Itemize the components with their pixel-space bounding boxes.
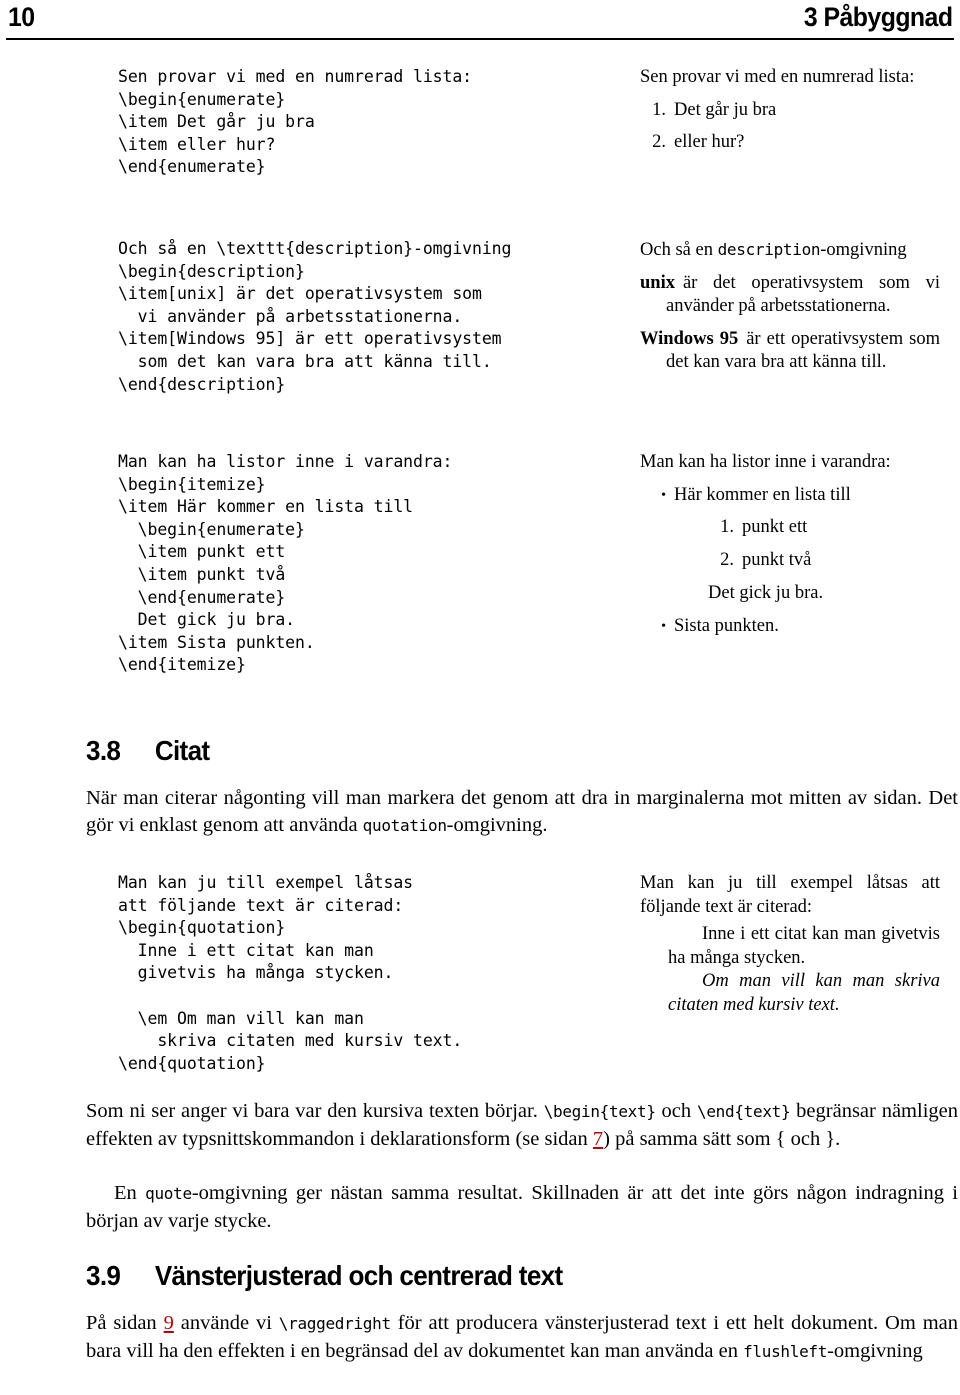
list-item-label: eller hur?	[674, 132, 745, 152]
section-heading-3-8: 3.8 Citat	[86, 735, 210, 767]
result-sample-description: Och så en description-omgivning unix är d…	[640, 238, 940, 375]
list-item-label: Sista punkten.	[674, 615, 779, 636]
list-item: • Sista punkten.	[640, 615, 940, 639]
page-reference-link-9[interactable]: 9	[164, 1312, 174, 1334]
lead-text-after: -omgivning	[820, 240, 907, 260]
lead-text-before: Och så en	[640, 240, 718, 260]
par-text-b: och	[655, 1100, 697, 1122]
intro39-text-a: På sidan	[86, 1312, 164, 1334]
quotation-paragraph-1: Inne i ett citat kan man givetvis ha mån…	[668, 924, 940, 968]
intro39-code-token-raggedright: \raggedright	[278, 1314, 391, 1333]
result-sample-enumerate: Sen provar vi med en numrerad lista: 1. …	[640, 66, 940, 155]
description-term: unix	[640, 272, 675, 293]
par-code-token-begin-text: \begin{text}	[543, 1102, 656, 1121]
header-chapter-title: 3 Påbyggnad	[803, 2, 952, 32]
par2-text-b: -omgivning ger nästan samma resultat. Sk…	[86, 1182, 958, 1232]
page-header: 10 3 Påbyggnad	[0, 0, 960, 48]
intro39-text-d: -omgivning	[827, 1339, 923, 1362]
par2-code-token-quote: quote	[145, 1184, 192, 1203]
result-sample-nested-lists: Man kan ha listor inne i varandra: • Här…	[640, 451, 940, 638]
lead-code-token: description	[717, 240, 821, 259]
par-text-d: ) på samma sätt som { och }.	[603, 1127, 841, 1150]
intro-code-token: quotation	[362, 815, 447, 835]
description-row: Windows 95 är ett operativsystem som det …	[640, 328, 940, 375]
text-after-nested-list: Det gick ju bra.	[708, 583, 824, 603]
list-item-label: punkt ett	[742, 517, 808, 537]
par-text-a: Som ni ser anger vi bara var den kursiva…	[86, 1100, 544, 1122]
quotation-block: Inne i ett citat kan man givetvis ha mån…	[640, 923, 940, 1017]
intro-text-part-2: -omgivning.	[446, 813, 548, 836]
bullet-icon: •	[661, 487, 666, 503]
section-heading-3-9: 3.9 Vänsterjusterad och centrerad text	[86, 1260, 563, 1292]
par-code-token-end-text: \end{text}	[696, 1102, 791, 1121]
list-item: 1. punkt ett	[708, 516, 940, 540]
list-marker: 2.	[720, 549, 734, 570]
result-lead: Sen provar vi med en numrerad lista:	[640, 67, 915, 87]
result-lead: Man kan ju till exempel låtsas att följa…	[640, 873, 940, 917]
section-title: Vänsterjusterad och centrerad text	[154, 1260, 563, 1291]
list-item-label: Det går ju bra	[674, 99, 777, 120]
list-item: 2. punkt två	[708, 549, 940, 573]
section-number: 3.9	[86, 1260, 121, 1291]
header-rule	[6, 38, 954, 40]
itemize-list: • Här kommer en lista till 1. punkt ett …	[640, 484, 940, 639]
description-row: unix är det operativsystem som vi använde…	[640, 272, 940, 319]
section-3-9-intro-paragraph: På sidan 9 använde vi \raggedright för a…	[86, 1310, 958, 1365]
list-marker: 2.	[652, 132, 666, 152]
page-reference-link-7[interactable]: 7	[593, 1128, 603, 1150]
list-item: 1. Det går ju bra	[640, 99, 940, 123]
header-page-number: 10	[8, 2, 35, 32]
code-sample-enumerate: Sen provar vi med en numrerad lista: \be…	[118, 67, 473, 177]
intro39-code-token-flushleft: flushleft	[743, 1341, 828, 1361]
par2-text-a: En	[114, 1182, 146, 1204]
intro39-text-b: använde vi	[173, 1312, 279, 1334]
result-lead: Och så en description-omgivning	[640, 238, 940, 263]
section-title: Citat	[154, 735, 210, 766]
section-3-8-intro-paragraph: När man citerar någonting vill man marke…	[86, 785, 958, 839]
nested-enumerate-list: 1. punkt ett 2. punkt två	[708, 516, 940, 572]
quotation-paragraph-2: Om man vill kan man skriva citaten med k…	[668, 971, 940, 1015]
list-item: • Här kommer en lista till 1. punkt ett …	[640, 484, 940, 606]
description-definition: är det operativsystem som vi använder på…	[666, 272, 940, 317]
code-sample-nested-lists: Man kan ha listor inne i varandra: \begi…	[118, 452, 453, 675]
code-sample-description: Och så en \texttt{description}-omgivning…	[118, 239, 512, 394]
section-3-8-paragraph-after-1: Som ni ser anger vi bara var den kursiva…	[86, 1098, 958, 1152]
section-number: 3.8	[86, 735, 121, 766]
code-sample-quotation: Man kan ju till exempel låtsas att följa…	[118, 873, 463, 1073]
list-marker: 1.	[720, 517, 734, 537]
nested-enumerate-wrapper: 1. punkt ett 2. punkt två Det gick ju br…	[674, 516, 940, 606]
section-3-8-paragraph-after-2: En quote-omgivning ger nästan samma resu…	[86, 1180, 958, 1234]
list-item-label: punkt två	[742, 549, 812, 570]
result-sample-quotation: Man kan ju till exempel låtsas att följa…	[640, 872, 940, 1017]
enumerate-list: 1. Det går ju bra 2. eller hur?	[640, 99, 940, 155]
result-lead: Man kan ha listor inne i varandra:	[640, 452, 891, 472]
list-item-label: Här kommer en lista till	[674, 484, 851, 505]
description-list: unix är det operativsystem som vi använde…	[640, 272, 940, 375]
list-marker: 1.	[652, 99, 666, 120]
bullet-icon: •	[661, 618, 666, 634]
description-term: Windows 95	[640, 328, 739, 349]
list-item: 2. eller hur?	[640, 131, 940, 155]
